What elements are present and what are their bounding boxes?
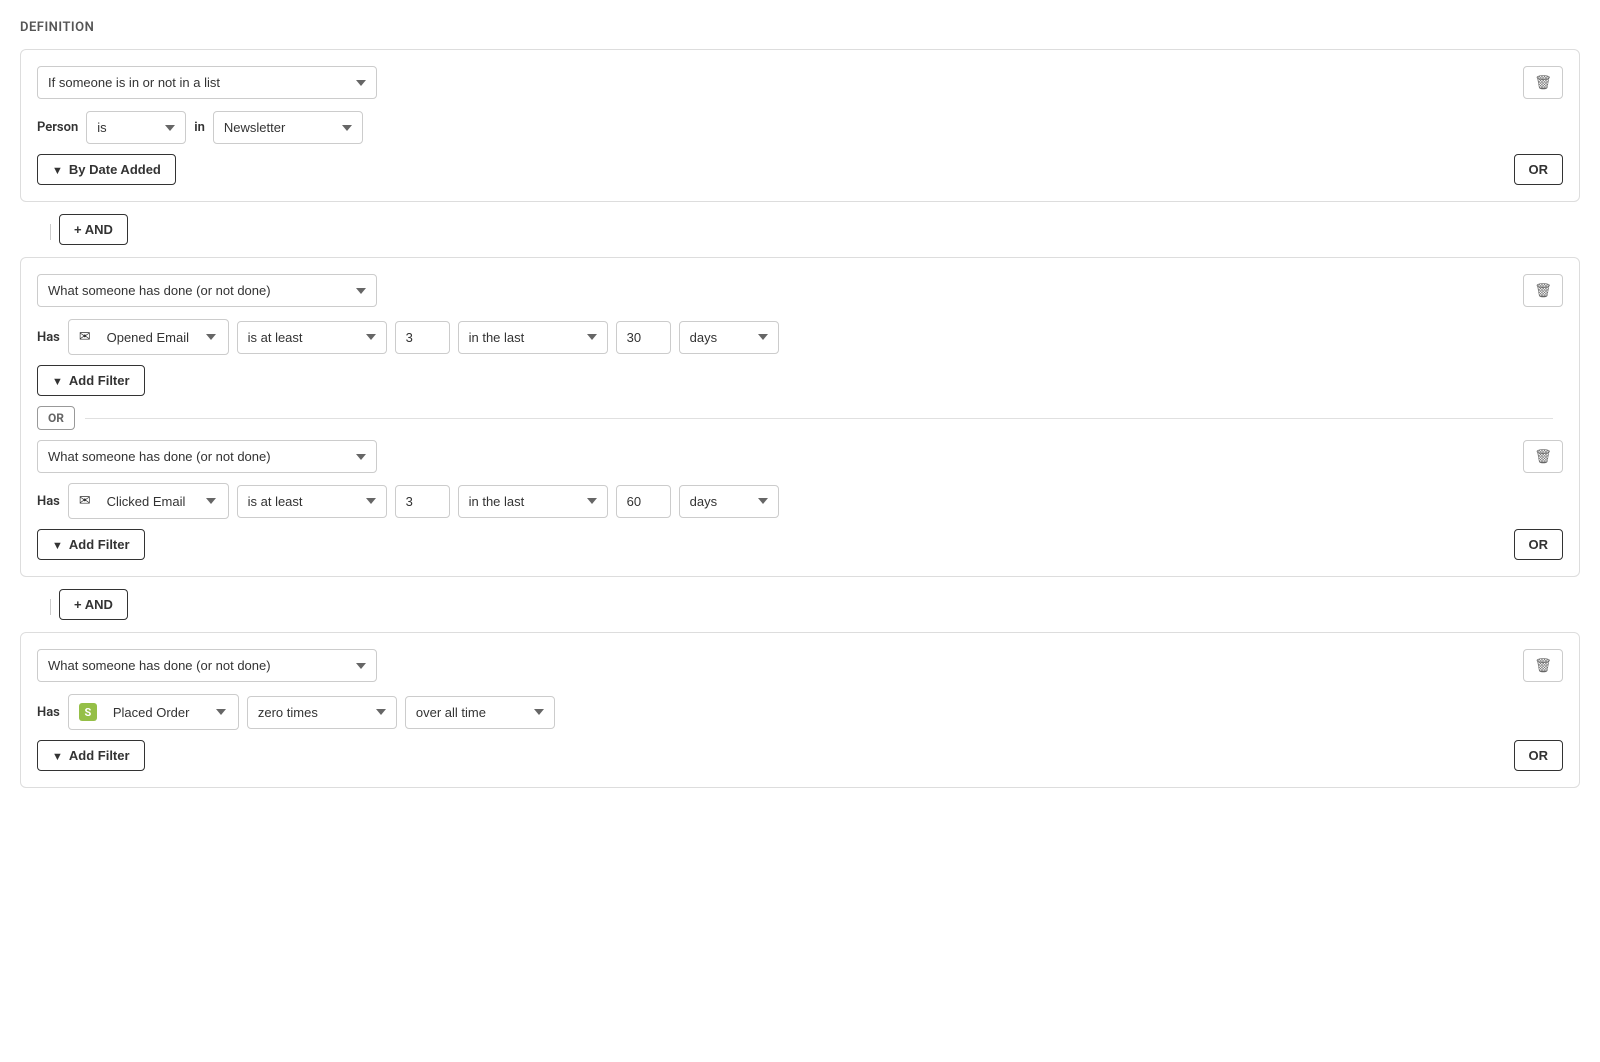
clicked-time-value-input[interactable] [616, 485, 671, 518]
person-label: Person [37, 120, 78, 135]
group2-condition-select[interactable]: What someone has done (or not done) If s… [37, 274, 377, 307]
filter-icon-3 [52, 537, 63, 552]
person-is-select[interactable]: is is not [86, 111, 186, 144]
trash-icon-3 [1534, 449, 1552, 464]
filter-icon-2 [52, 373, 63, 388]
opened-condition-select[interactable]: is at least is exactly zero times at mos… [237, 321, 387, 354]
group1-delete-button[interactable] [1523, 66, 1563, 99]
email-icon-1: ✉ [79, 329, 91, 345]
placed-order-condition-select[interactable]: zero times at least once exactly is at l… [247, 696, 397, 729]
clicked-time-unit-select[interactable]: days weeks months [679, 485, 779, 518]
opened-time-value-input[interactable] [616, 321, 671, 354]
group1-or-button[interactable]: OR [1514, 154, 1564, 185]
group2b-condition-select[interactable]: What someone has done (or not done) If s… [37, 440, 377, 473]
newsletter-select[interactable]: Newsletter VIP Customers Subscribers [213, 111, 363, 144]
in-label: in [194, 120, 205, 135]
filter-icon [52, 162, 63, 177]
page-title: Definition [20, 20, 1580, 35]
clicked-count-input[interactable] [395, 485, 450, 518]
group3-filter-label: Add Filter [69, 748, 130, 763]
opened-email-select-wrapper[interactable]: ✉ Opened Email Clicked Email Received Em… [68, 319, 229, 355]
group2-or-button[interactable]: OR [1514, 529, 1564, 560]
shopify-icon: S [79, 703, 97, 721]
group2b-delete-button[interactable] [1523, 440, 1563, 473]
and1-button[interactable]: + AND [59, 214, 128, 245]
group2-delete-button[interactable] [1523, 274, 1563, 307]
clicked-email-select[interactable]: Clicked Email Opened Email Received Emai… [97, 486, 218, 517]
placed-order-select-wrapper[interactable]: S Placed Order Cancelled Order Fulfilled… [68, 694, 239, 730]
has-label-3: Has [37, 705, 60, 720]
group2-filter1-label: Add Filter [69, 373, 130, 388]
trash-icon-4 [1534, 658, 1552, 673]
group2-filter2-label: Add Filter [69, 537, 130, 552]
group3-or-button[interactable]: OR [1514, 740, 1564, 771]
opened-email-select[interactable]: Opened Email Clicked Email Received Emai… [97, 322, 218, 353]
group3-delete-button[interactable] [1523, 649, 1563, 682]
group3-filter-button[interactable]: Add Filter [37, 740, 145, 771]
condition-group-3: What someone has done (or not done) If s… [20, 632, 1580, 788]
group2-add-filter-1-button[interactable]: Add Filter [37, 365, 145, 396]
group1-filter-label: By Date Added [69, 162, 161, 177]
clicked-email-select-wrapper[interactable]: ✉ Clicked Email Opened Email Received Em… [68, 483, 229, 519]
filter-icon-4 [52, 748, 63, 763]
trash-icon-2 [1534, 283, 1552, 298]
opened-count-input[interactable] [395, 321, 450, 354]
group1-filter-button[interactable]: By Date Added [37, 154, 176, 185]
email-icon-2: ✉ [79, 493, 91, 509]
has-label-2: Has [37, 494, 60, 509]
group2-add-filter-2-button[interactable]: Add Filter [37, 529, 145, 560]
or-badge-1: OR [37, 406, 75, 430]
opened-time-unit-select[interactable]: days weeks months [679, 321, 779, 354]
opened-time-condition-select[interactable]: in the last over all time before after [458, 321, 608, 354]
group3-condition-select[interactable]: What someone has done (or not done) If s… [37, 649, 377, 682]
placed-order-time-select[interactable]: over all time in the last before after [405, 696, 555, 729]
clicked-condition-select[interactable]: is at least is exactly zero times at mos… [237, 485, 387, 518]
placed-order-select[interactable]: Placed Order Cancelled Order Fulfilled O… [103, 697, 228, 728]
condition-group-1: If someone is in or not in a list What s… [20, 49, 1580, 202]
group1-condition-select[interactable]: If someone is in or not in a list What s… [37, 66, 377, 99]
clicked-time-condition-select[interactable]: in the last over all time before after [458, 485, 608, 518]
has-label-1: Has [37, 330, 60, 345]
and2-button[interactable]: + AND [59, 589, 128, 620]
trash-icon [1534, 75, 1552, 90]
condition-group-2: What someone has done (or not done) If s… [20, 257, 1580, 577]
